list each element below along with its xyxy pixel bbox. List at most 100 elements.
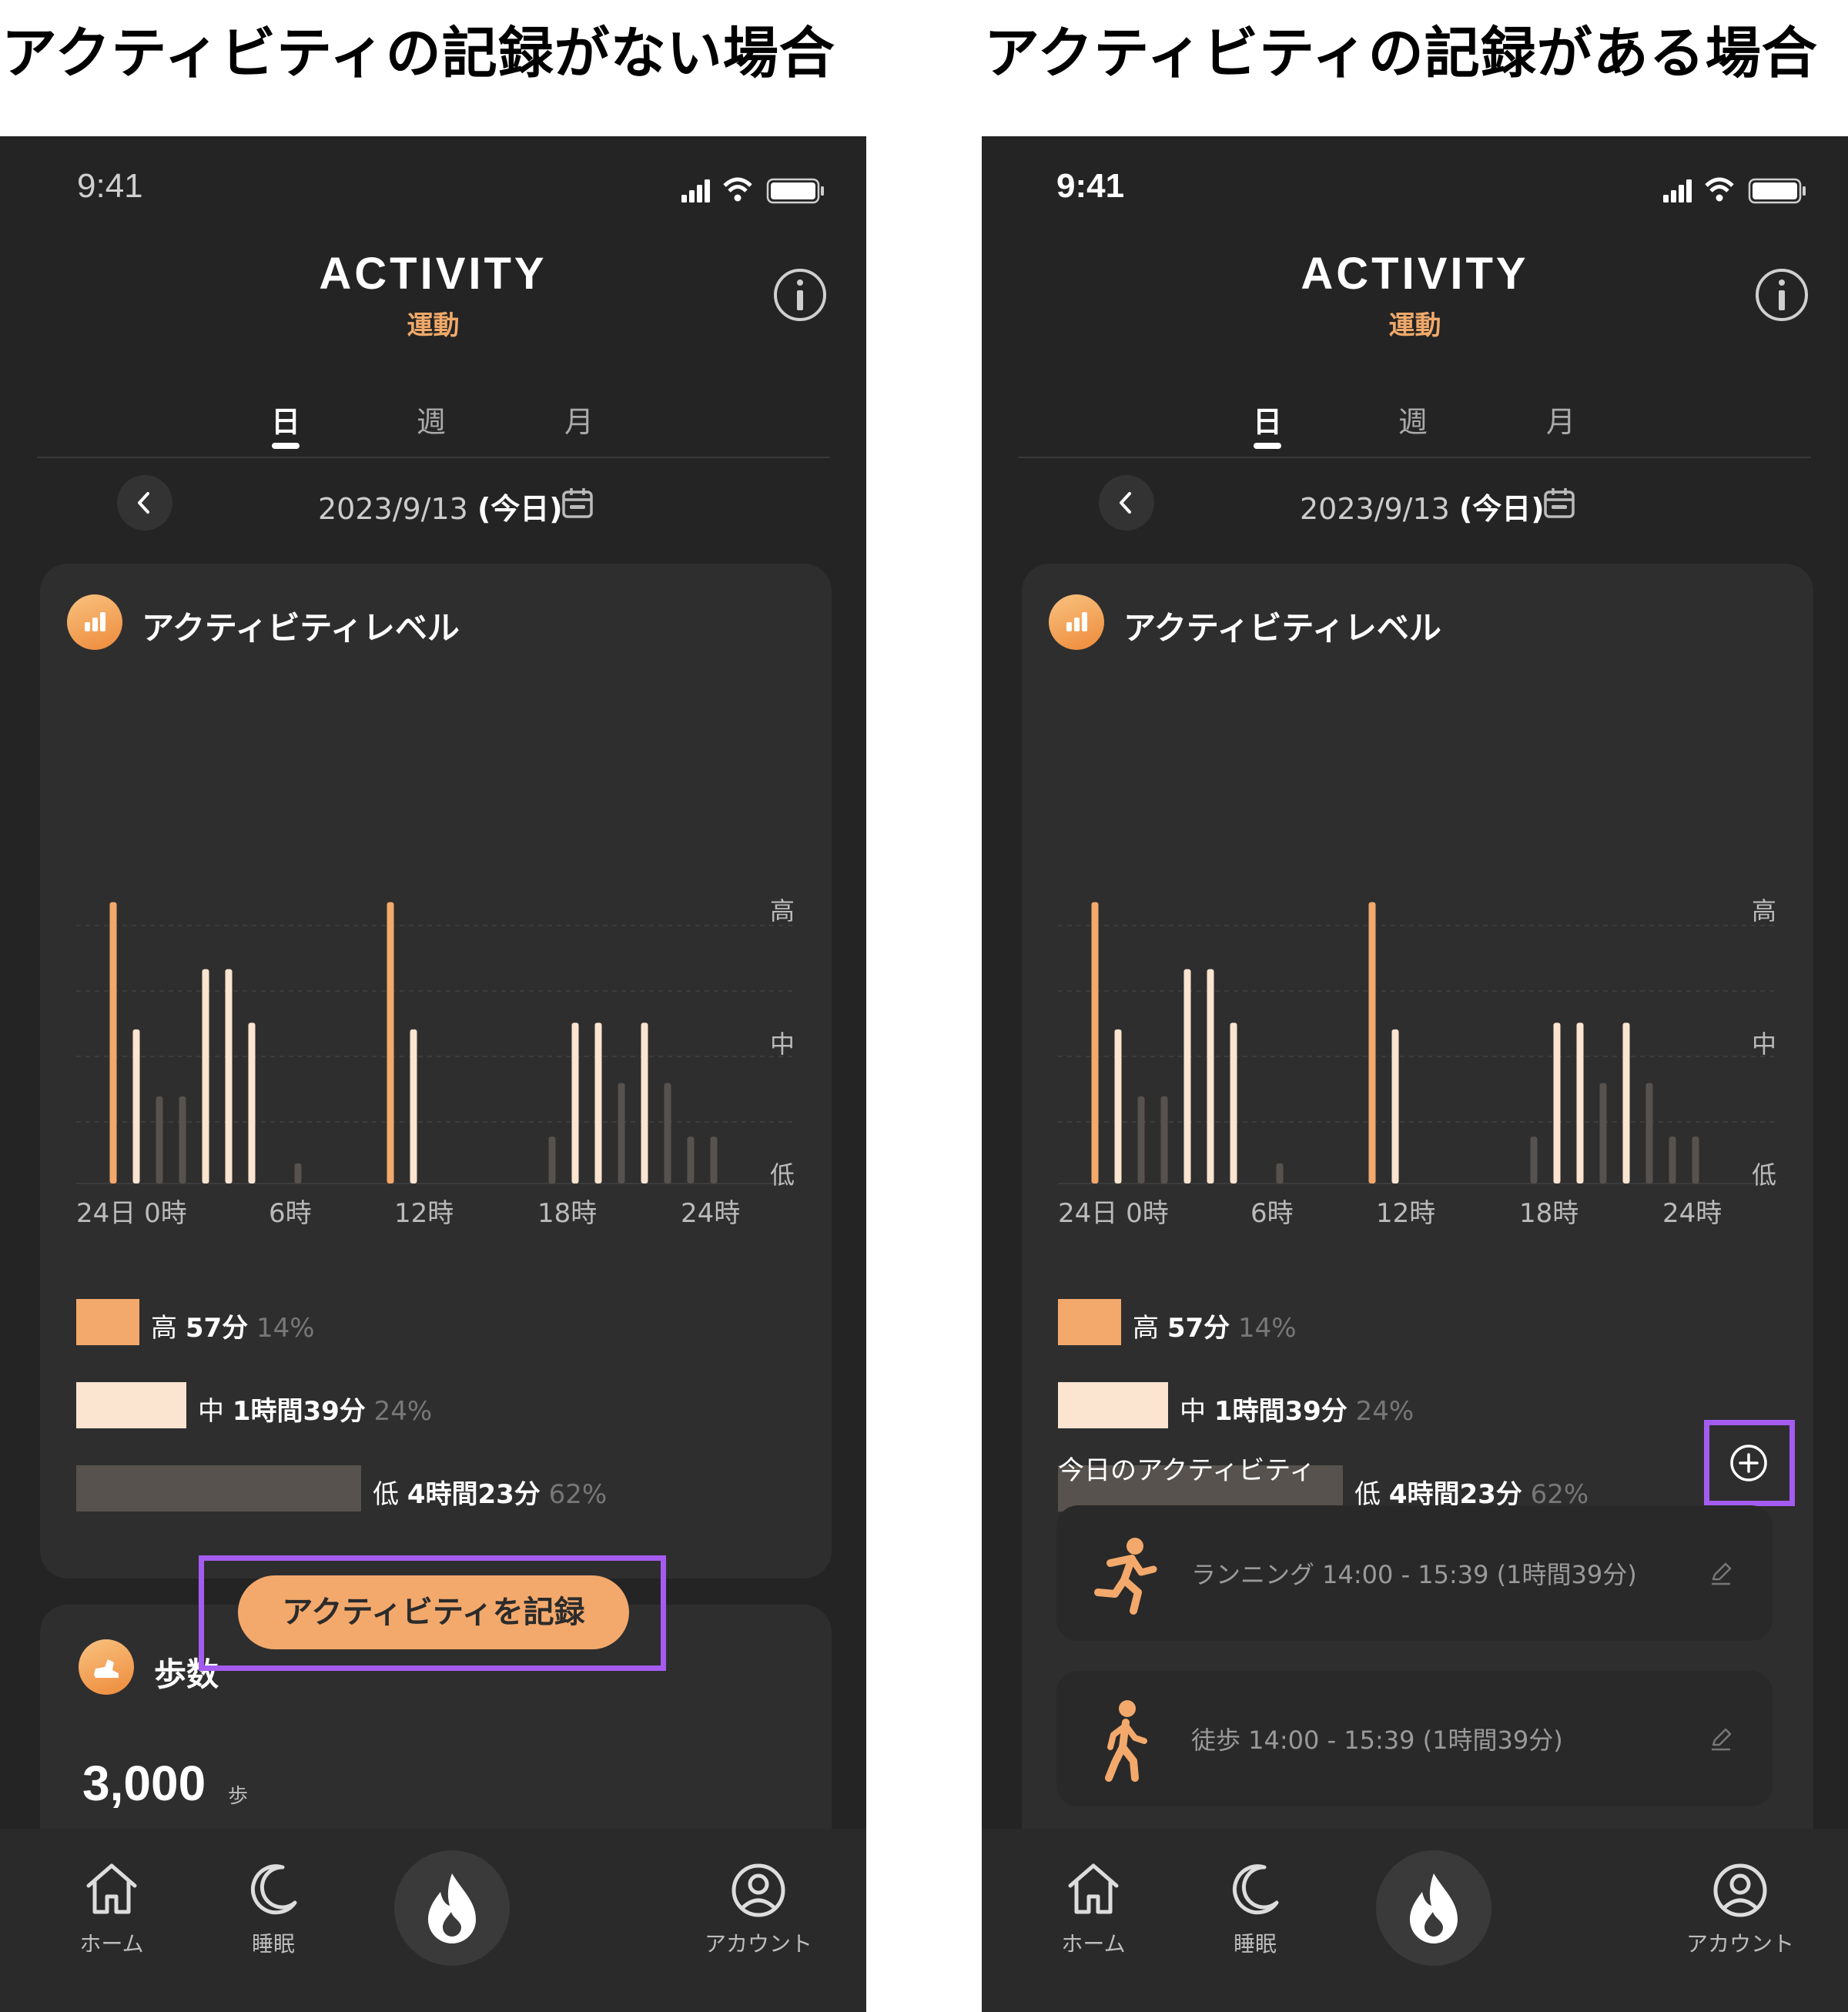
nav-label: 睡眠 bbox=[251, 1931, 295, 1957]
chart-bar-high bbox=[109, 902, 117, 1183]
x-label: 24日 0時 bbox=[1058, 1198, 1169, 1229]
legend-swatch-mid bbox=[76, 1382, 186, 1428]
date-today: (今日) bbox=[477, 492, 563, 526]
nav-item-activity[interactable] bbox=[394, 1850, 510, 1966]
date-today: (今日) bbox=[1458, 492, 1545, 526]
tab-month[interactable]: 月 bbox=[533, 398, 625, 440]
x-label: 18時 bbox=[1519, 1198, 1578, 1229]
chart-bar-mid bbox=[571, 1023, 579, 1183]
y-label-mid: 中 bbox=[1752, 1029, 1776, 1059]
x-label: 6時 bbox=[1250, 1198, 1294, 1229]
tab-week[interactable]: 週 bbox=[385, 398, 477, 440]
x-label: 24時 bbox=[681, 1198, 740, 1229]
activity-item-text: ランニング 14:00 - 15:39 (1時間39分) bbox=[1191, 1560, 1637, 1589]
caption-with-record: アクティビティの記録がある場合 bbox=[984, 21, 1818, 85]
chart-bar-low bbox=[664, 1083, 671, 1183]
chart-bar-low bbox=[687, 1137, 695, 1183]
activity-level-card: アクティビティレベル 高中低 24日 0時 6時 12時 18時 24時 高 57分 14… bbox=[40, 564, 832, 1578]
y-label-high: 高 bbox=[770, 896, 795, 926]
nav-label: アカウント bbox=[1686, 1931, 1794, 1957]
y-label-mid: 中 bbox=[770, 1029, 795, 1059]
tab-week[interactable]: 週 bbox=[1367, 398, 1459, 440]
chart-bar-low bbox=[618, 1083, 625, 1183]
nav-item-0[interactable]: ホーム bbox=[35, 1860, 189, 1958]
prev-date-button[interactable] bbox=[1099, 475, 1154, 531]
tab-month[interactable]: 月 bbox=[1515, 398, 1607, 440]
edit-icon[interactable] bbox=[1707, 1725, 1735, 1753]
tab-day[interactable]: 日 bbox=[1221, 398, 1314, 440]
chart-bar-mid bbox=[594, 1023, 602, 1183]
highlight-record-button bbox=[199, 1555, 666, 1671]
info-icon[interactable] bbox=[1754, 267, 1810, 323]
bottom-nav: ホーム睡眠体調アカウント bbox=[982, 1829, 1848, 2012]
date-label[interactable]: 2023/9/13 (今日) bbox=[1300, 485, 1545, 527]
chart-bar-mid bbox=[225, 969, 233, 1183]
chart-bar-high bbox=[387, 902, 394, 1183]
activity-item-text: 徒歩 14:00 - 15:39 (1時間39分) bbox=[1191, 1726, 1563, 1755]
status-time: 9:41 bbox=[1056, 167, 1125, 205]
chart-bar-low bbox=[1599, 1083, 1607, 1183]
info-icon[interactable] bbox=[772, 267, 828, 323]
chart-bar-high bbox=[1091, 902, 1099, 1183]
edit-icon[interactable] bbox=[1707, 1559, 1735, 1587]
legend-label: 高 bbox=[151, 1313, 177, 1344]
legend-pct: 62% bbox=[548, 1479, 608, 1510]
flame-icon bbox=[1410, 1873, 1458, 1943]
nav-item-1[interactable]: 睡眠 bbox=[1178, 1860, 1332, 1958]
nav-item-activity[interactable] bbox=[1376, 1850, 1491, 1966]
activity-level-chart: 高中低 24日 0時 6時 12時 18時 24時 bbox=[76, 896, 795, 1229]
page-subtitle: 運動 bbox=[1388, 310, 1441, 341]
chart-bar-mid bbox=[1576, 1023, 1584, 1183]
account-icon bbox=[732, 1863, 785, 1917]
page-title: ACTIVITY bbox=[319, 249, 547, 299]
legend-pct: 14% bbox=[1237, 1313, 1297, 1344]
calendar-icon[interactable] bbox=[1542, 486, 1576, 520]
moon-icon bbox=[1232, 1864, 1279, 1915]
date-label[interactable]: 2023/9/13 (今日) bbox=[318, 485, 563, 527]
legend-value: 1時間39分 bbox=[1214, 1396, 1348, 1427]
phone-screen-no-record: 9:41 ACTIVITY 運動 日 週 月 2023/9/13 (今日) アク… bbox=[0, 136, 866, 2012]
nav-item-1[interactable]: 睡眠 bbox=[196, 1860, 350, 1958]
legend-swatch-mid bbox=[1058, 1382, 1168, 1428]
prev-date-button[interactable] bbox=[117, 475, 172, 531]
activity-item-walking[interactable]: 徒歩 14:00 - 15:39 (1時間39分) bbox=[1056, 1671, 1773, 1806]
chart-bar-mid bbox=[410, 1029, 417, 1183]
legend-pct: 14% bbox=[256, 1313, 315, 1344]
nav-label: アカウント bbox=[704, 1931, 812, 1957]
legend-swatch-high bbox=[76, 1299, 139, 1345]
chart-bar-mid bbox=[1391, 1029, 1399, 1183]
legend-label: 高 bbox=[1133, 1313, 1159, 1344]
home-icon bbox=[1068, 1863, 1119, 1914]
chart-bar-low bbox=[179, 1096, 186, 1183]
nav-item-4[interactable]: アカウント bbox=[1663, 1860, 1817, 1958]
nav-label: ホーム bbox=[1061, 1931, 1126, 1957]
activity-level-chart: 高中低 24日 0時 6時 12時 18時 24時 bbox=[1058, 896, 1776, 1229]
chart-bar-high bbox=[1368, 902, 1376, 1183]
calendar-icon[interactable] bbox=[561, 486, 594, 520]
chevron-left-icon bbox=[1120, 492, 1131, 514]
nav-item-4[interactable]: アカウント bbox=[681, 1860, 835, 1958]
chart-bar-mid bbox=[1207, 969, 1214, 1183]
legend-pct: 24% bbox=[373, 1396, 433, 1427]
chart-bar-mid bbox=[248, 1023, 256, 1183]
page-title: ACTIVITY bbox=[1301, 249, 1529, 299]
y-label-high: 高 bbox=[1752, 896, 1776, 926]
legend-label: 低 bbox=[373, 1479, 399, 1510]
running-icon bbox=[1094, 1538, 1157, 1615]
legend-label: 中 bbox=[1180, 1396, 1206, 1427]
x-label: 24時 bbox=[1662, 1198, 1722, 1229]
account-icon bbox=[1713, 1863, 1767, 1917]
activity-item-running[interactable]: ランニング 14:00 - 15:39 (1時間39分) bbox=[1056, 1505, 1773, 1641]
page-subtitle: 運動 bbox=[407, 310, 460, 341]
legend-value: 57分 bbox=[185, 1313, 249, 1344]
date-value: 2023/9/13 bbox=[1300, 492, 1450, 526]
chart-bar-low bbox=[1669, 1137, 1676, 1183]
nav-label: 睡眠 bbox=[1233, 1931, 1277, 1957]
shoe-icon bbox=[79, 1639, 134, 1695]
home-icon bbox=[86, 1863, 137, 1914]
tab-day[interactable]: 日 bbox=[239, 398, 332, 440]
legend-value: 57分 bbox=[1167, 1313, 1230, 1344]
nav-item-0[interactable]: ホーム bbox=[1016, 1860, 1170, 1958]
chart-bar-low bbox=[710, 1137, 718, 1183]
chart-bar-low bbox=[1530, 1137, 1538, 1183]
